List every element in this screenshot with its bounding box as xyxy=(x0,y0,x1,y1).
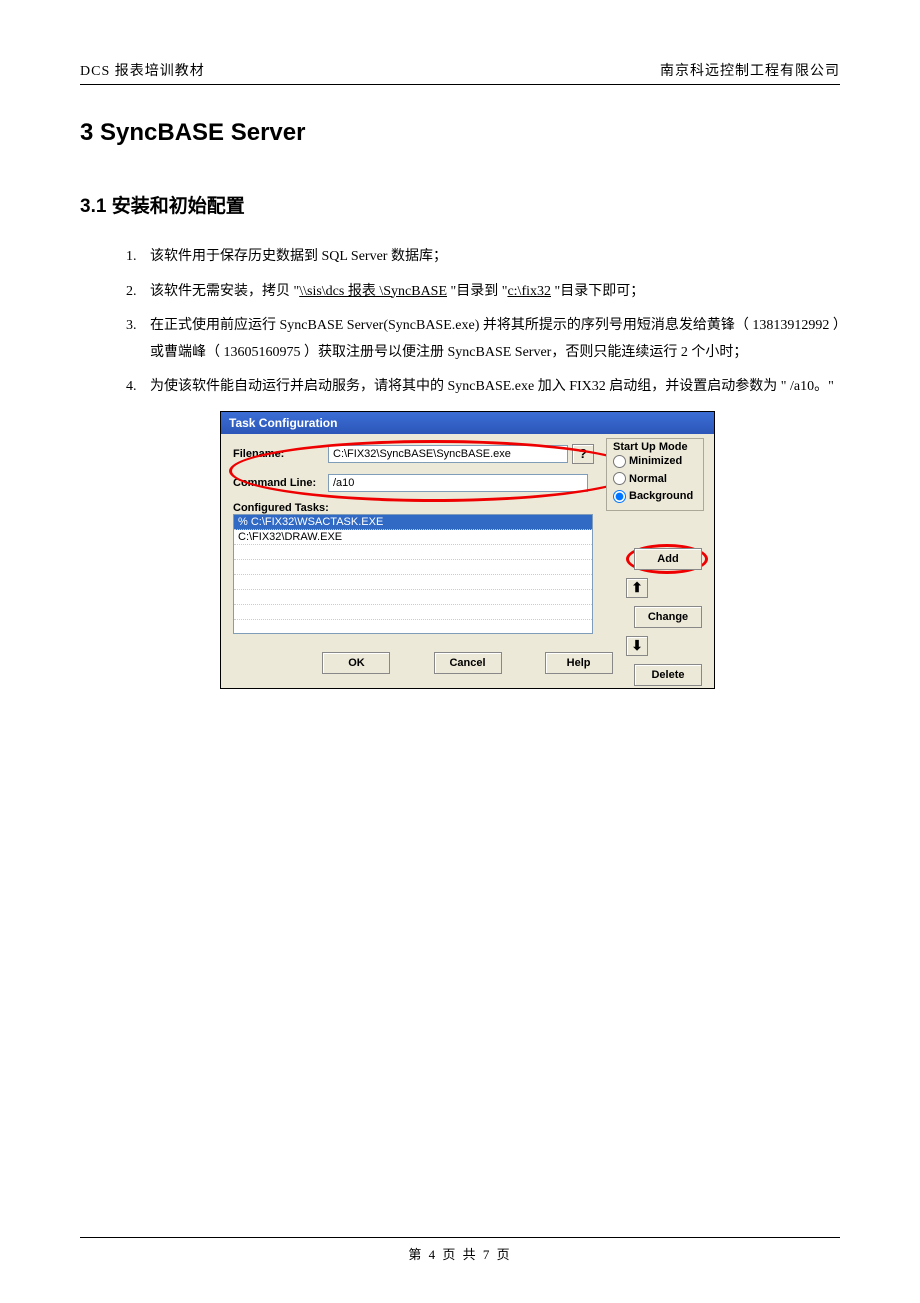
subsection-title: 3.1 安装和初始配置 xyxy=(80,191,840,218)
header-left: DCS 报表培训教材 xyxy=(80,60,205,80)
dialog-titlebar: Task Configuration xyxy=(221,412,714,434)
configured-tasks-list[interactable]: % C:\FIX32\WSACTASK.EXE C:\FIX32\DRAW.EX… xyxy=(233,514,593,634)
commandline-field[interactable] xyxy=(328,474,588,492)
delete-button[interactable]: Delete xyxy=(634,664,702,686)
section-title: 3 SyncBASE Server xyxy=(80,119,840,147)
path-link: c:\fix32 xyxy=(507,284,551,299)
ok-button[interactable]: OK xyxy=(322,652,390,674)
list-item[interactable]: % C:\FIX32\WSACTASK.EXE xyxy=(234,515,592,530)
list-item: 该软件用于保存历史数据到 SQL Server 数据库； xyxy=(140,244,840,271)
list-item[interactable]: C:\FIX32\DRAW.EXE xyxy=(234,530,592,545)
startup-mode-legend: Start Up Mode xyxy=(613,441,697,453)
change-button[interactable]: Change xyxy=(634,606,702,628)
filename-field[interactable] xyxy=(328,445,568,463)
header-right: 南京科远控制工程有限公司 xyxy=(660,60,840,80)
commandline-label: Command Line: xyxy=(233,477,328,489)
add-button[interactable]: Add xyxy=(634,548,702,570)
instruction-list: 该软件用于保存历史数据到 SQL Server 数据库； 该软件无需安装，拷贝 … xyxy=(80,244,840,401)
task-config-dialog: Task Configuration Filename: ? Command L… xyxy=(220,411,715,689)
cancel-button[interactable]: Cancel xyxy=(434,652,502,674)
list-item: 为使该软件能自动运行并启动服务，请将其中的 SyncBASE.exe 加入 FI… xyxy=(140,374,840,401)
page-header: DCS 报表培训教材 南京科远控制工程有限公司 xyxy=(80,60,840,85)
page-footer: 第 4 页 共 7 页 xyxy=(80,1237,840,1263)
mode-normal[interactable]: Normal xyxy=(613,471,697,489)
mode-minimized[interactable]: Minimized xyxy=(613,453,697,471)
list-item: 在正式使用前应运行 SyncBASE Server(SyncBASE.exe) … xyxy=(140,313,840,366)
move-up-button[interactable]: ⬆ xyxy=(626,578,648,598)
startup-mode-group: Start Up Mode Minimized Normal Backgroun… xyxy=(606,438,704,511)
path-link: \\sis\dcs 报表 \SyncBASE xyxy=(299,284,447,299)
mode-background[interactable]: Background xyxy=(613,488,697,506)
move-down-button[interactable]: ⬇ xyxy=(626,636,648,656)
filename-label: Filename: xyxy=(233,448,328,460)
browse-button[interactable]: ? xyxy=(572,444,594,464)
list-item: 该软件无需安装，拷贝 "\\sis\dcs 报表 \SyncBASE "目录到 … xyxy=(140,279,840,306)
